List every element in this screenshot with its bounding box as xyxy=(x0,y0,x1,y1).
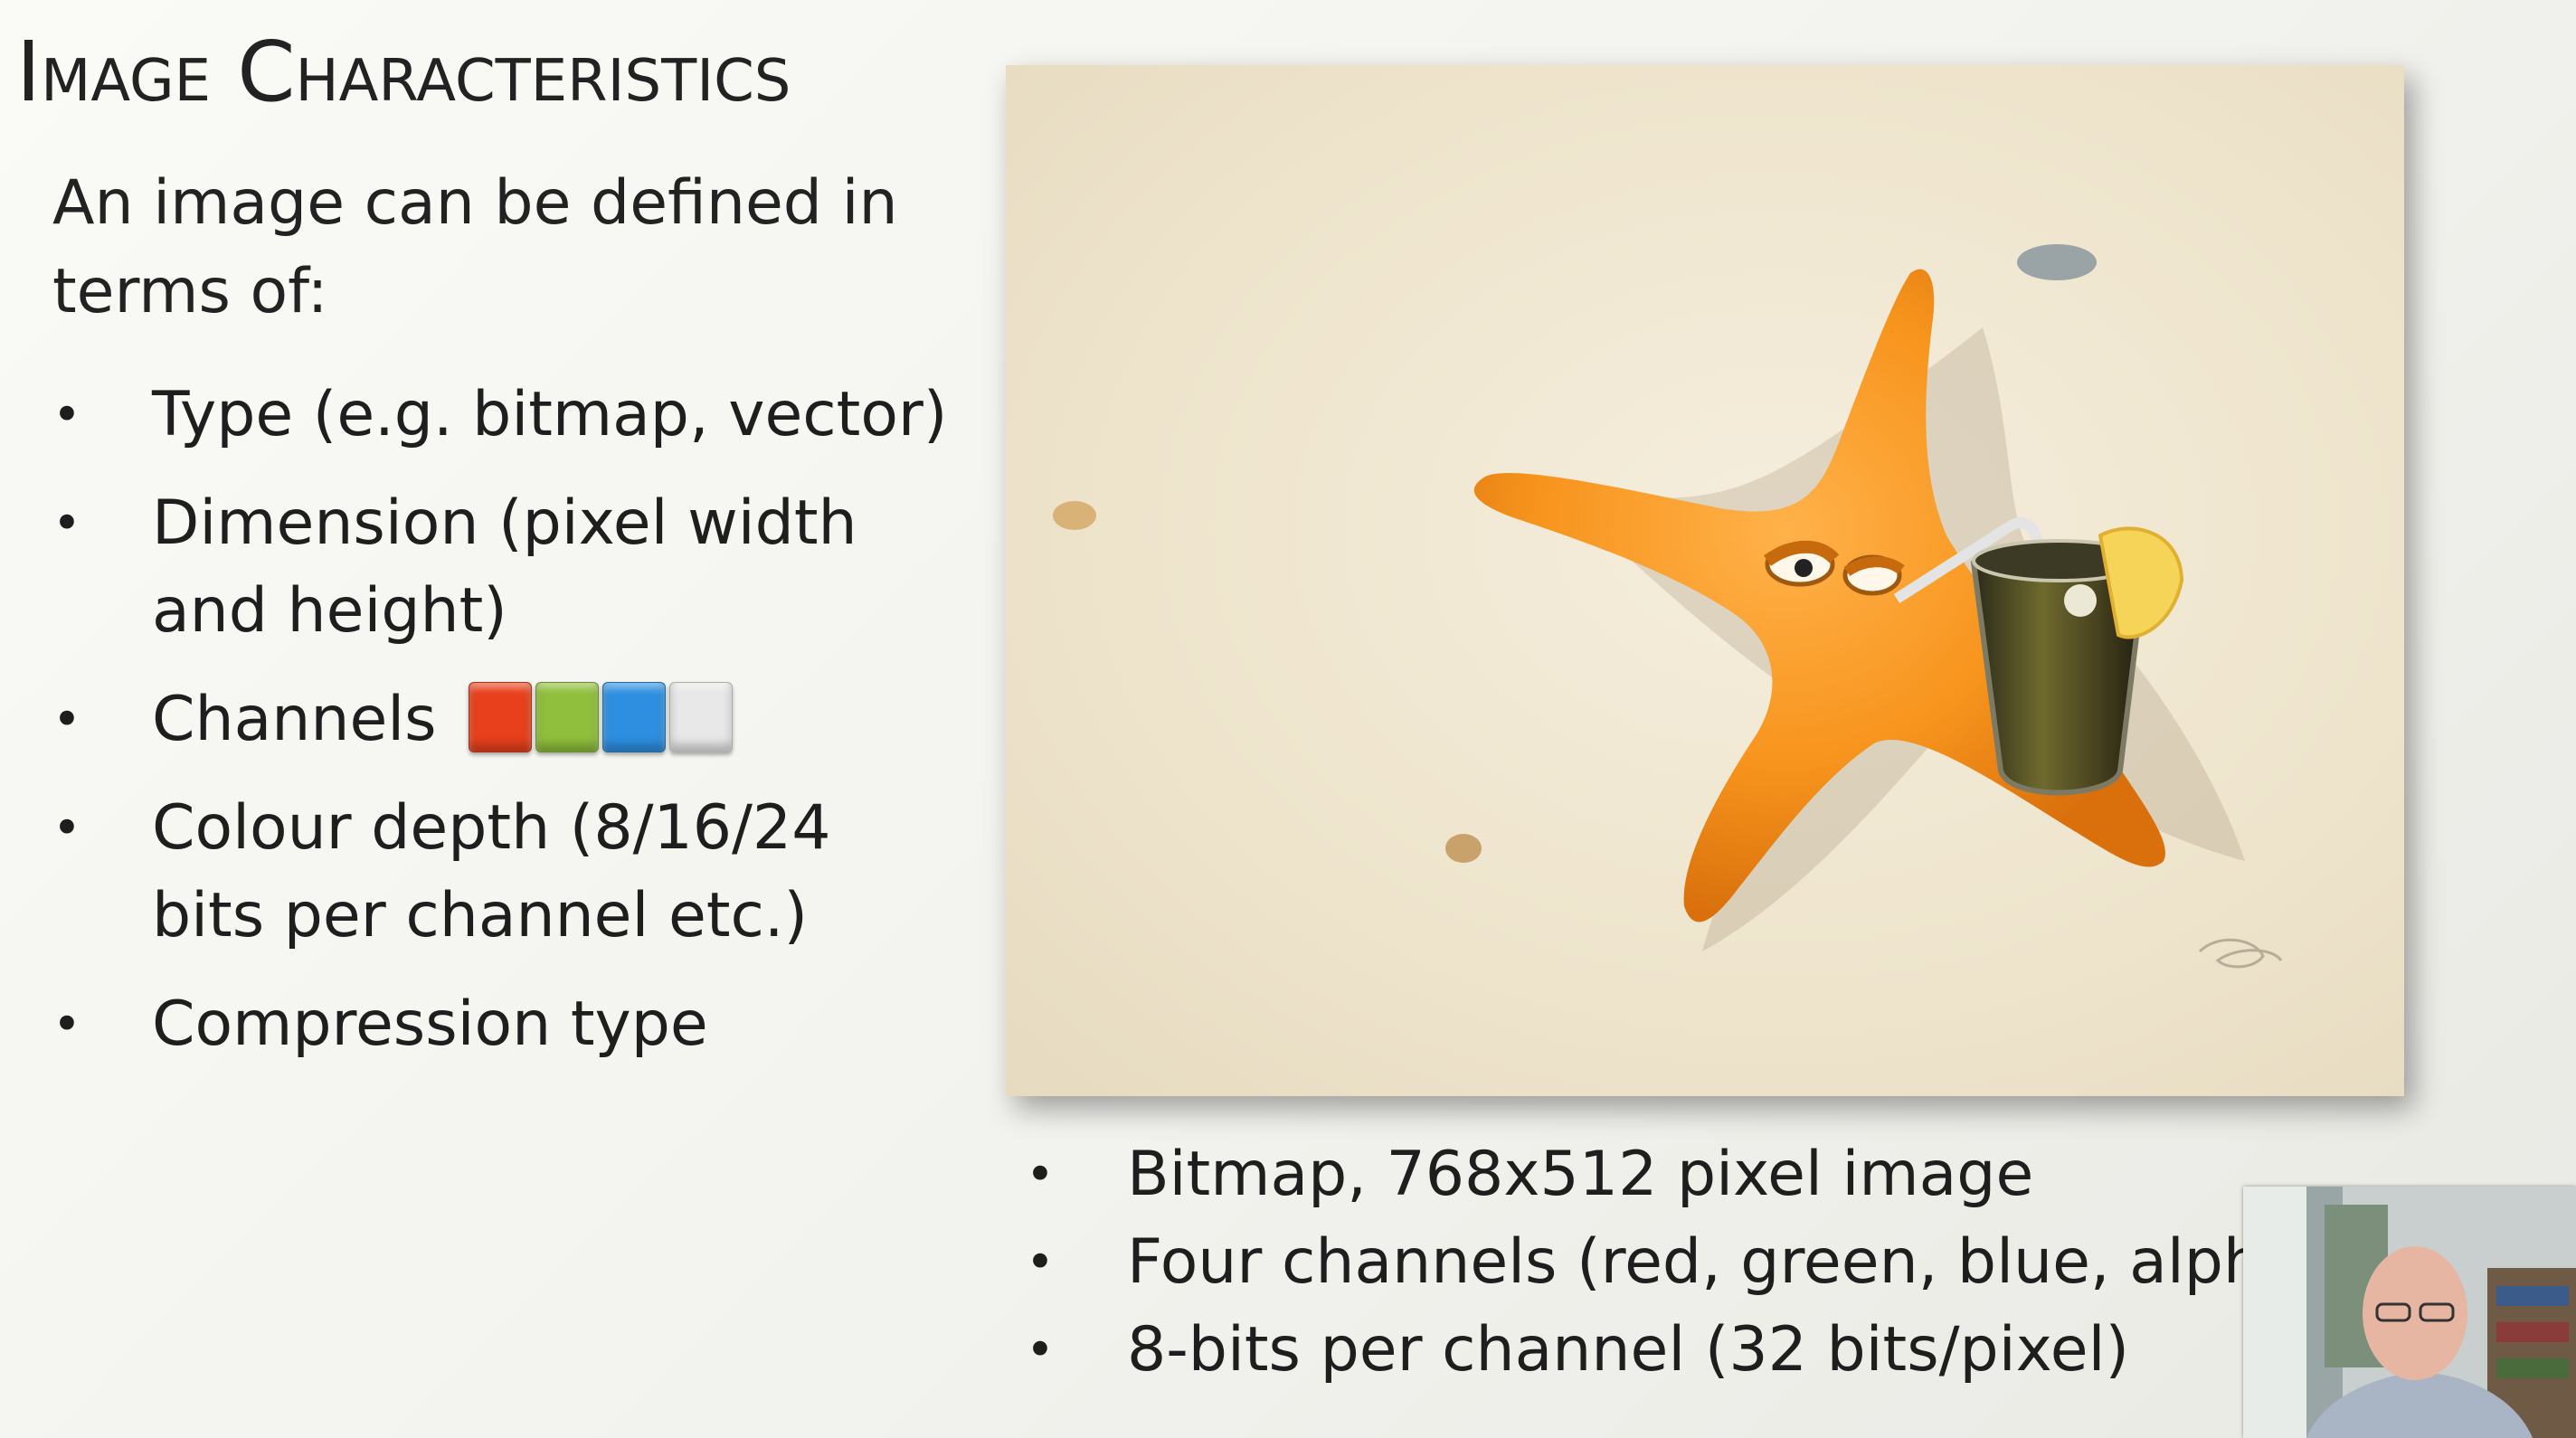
list-item-channels: • Channels xyxy=(52,676,975,763)
list-item-colour-depth: • Colour depth (8/16/24 bits per channel… xyxy=(52,784,975,960)
list-item-bitmap: • Bitmap, 768x512 pixel image xyxy=(1026,1131,2292,1218)
list-item-label: Colour depth (8/16/24 bits per channel e… xyxy=(152,792,831,951)
pebble xyxy=(1445,834,1482,863)
green-channel-swatch xyxy=(535,682,600,753)
list-item-label: Dimension (pixel width and height) xyxy=(152,487,857,647)
list-item-label: Channels xyxy=(152,684,437,755)
list-item-four-channels: • Four channels (red, green, blue, alpha xyxy=(1026,1218,2300,1306)
list-item-dimension: • Dimension (pixel width and height) xyxy=(52,479,975,655)
pebble xyxy=(2017,244,2097,280)
pebble xyxy=(1053,501,1096,530)
presenter-figure xyxy=(2243,1187,2576,1438)
alpha-channel-swatch xyxy=(669,682,734,753)
bullet-dot: • xyxy=(52,996,81,1053)
list-item-label: 8-bits per channel (32 bits/pixel) xyxy=(1127,1314,2130,1386)
list-item-bits-per-channel: • 8-bits per channel (32 bits/pixel) xyxy=(1026,1306,2292,1394)
bullet-dot: • xyxy=(52,495,81,552)
starfish-illustration xyxy=(1053,244,2283,969)
bullet-dot: • xyxy=(1026,1321,1055,1378)
red-channel-swatch xyxy=(469,682,533,753)
slide-title: Image Characteristics xyxy=(16,24,791,120)
channel-swatches xyxy=(469,682,734,753)
characteristics-list: • Type (e.g. bitmap, vector) • Dimension… xyxy=(52,371,975,1089)
bullet-dot: • xyxy=(1026,1146,1055,1203)
bullet-dot: • xyxy=(52,799,81,856)
list-item-label: Compression type xyxy=(152,989,708,1060)
bullet-dot: • xyxy=(52,386,81,443)
artist-signature xyxy=(2198,938,2283,969)
presenter-webcam xyxy=(2243,1187,2576,1438)
list-item-label: Four channels (red, green, blue, alpha xyxy=(1127,1226,2300,1298)
bullet-dot: • xyxy=(1026,1234,1055,1291)
blue-channel-swatch xyxy=(602,682,667,753)
starfish-pupil xyxy=(1795,559,1813,577)
list-item-label: Type (e.g. bitmap, vector) xyxy=(152,379,948,450)
list-item-type: • Type (e.g. bitmap, vector) xyxy=(52,371,975,459)
list-item-label: Bitmap, 768x512 pixel image xyxy=(1127,1139,2034,1210)
image-details-list: • Bitmap, 768x512 pixel image • Four cha… xyxy=(1026,1131,2300,1394)
bullet-dot: • xyxy=(52,691,81,748)
intro-text: An image can be defined in terms of: xyxy=(52,167,898,327)
ice-cube xyxy=(2064,584,2097,617)
starfish-with-drink-image xyxy=(1006,65,2404,1096)
list-item-compression: • Compression type xyxy=(52,980,975,1068)
